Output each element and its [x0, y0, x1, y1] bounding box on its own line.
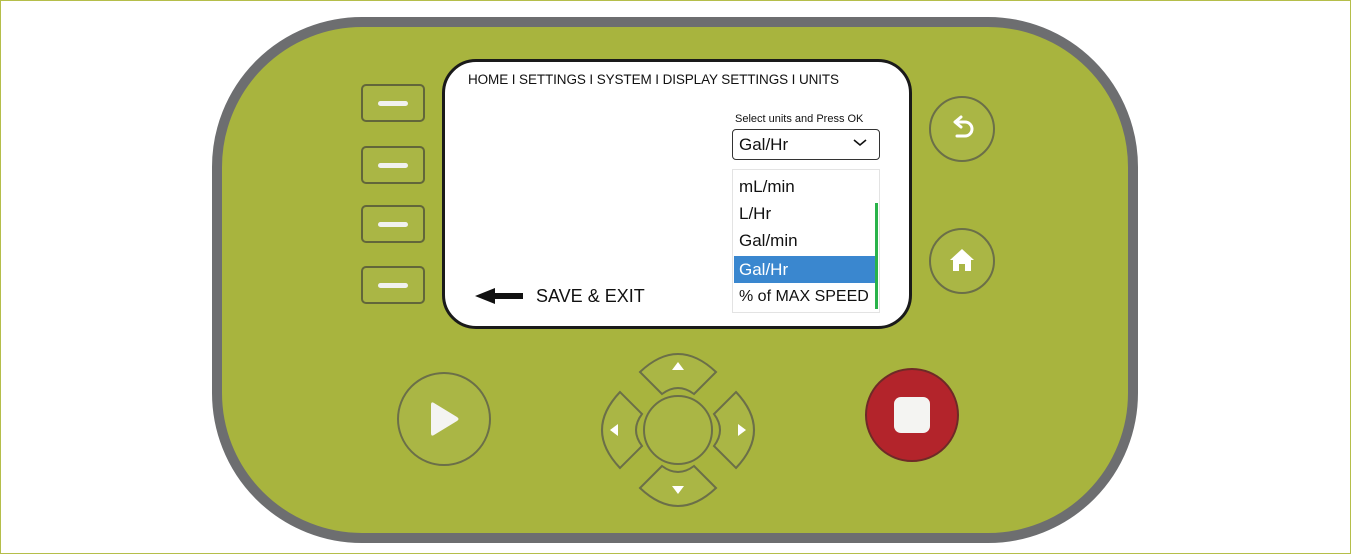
unit-option-gal-min[interactable]: Gal/min [734, 227, 876, 254]
soft-key-bar [378, 163, 408, 168]
units-select[interactable]: Gal/Hr [732, 129, 880, 160]
right-button[interactable] [712, 390, 755, 470]
chevron-down-icon [853, 139, 867, 147]
soft-key-bar [378, 222, 408, 227]
play-icon [431, 402, 459, 436]
ok-button[interactable] [643, 395, 713, 465]
up-button[interactable] [638, 353, 718, 396]
arrow-left-icon [475, 288, 523, 304]
back-button[interactable] [929, 96, 995, 162]
unit-option-ml-min[interactable]: mL/min [734, 173, 876, 200]
soft-key-4-save-exit[interactable] [361, 266, 425, 304]
list-scrollbar[interactable] [875, 203, 878, 309]
stop-icon [894, 397, 930, 433]
unit-option-max-speed[interactable]: % of MAX SPEED [734, 283, 876, 310]
units-list[interactable]: mL/min L/Hr Gal/min Gal/Hr % of MAX SPEE… [732, 169, 880, 313]
units-select-value: Gal/Hr [739, 135, 789, 154]
home-button[interactable] [929, 228, 995, 294]
select-prompt: Select units and Press OK [735, 113, 864, 125]
home-icon [950, 249, 974, 271]
left-button[interactable] [601, 390, 644, 470]
soft-key-bar [378, 101, 408, 106]
stop-button[interactable] [865, 368, 959, 462]
save-exit-label: SAVE & EXIT [536, 286, 645, 306]
soft-key-1[interactable] [361, 84, 425, 122]
direction-pad [601, 353, 755, 507]
play-button[interactable] [397, 372, 491, 466]
soft-key-2[interactable] [361, 146, 425, 184]
unit-option-l-hr[interactable]: L/Hr [734, 200, 876, 227]
lcd-screen: HOME I SETTINGS I SYSTEM I DISPLAY SETTI… [442, 59, 912, 329]
breadcrumb: HOME I SETTINGS I SYSTEM I DISPLAY SETTI… [468, 72, 839, 87]
soft-key-bar [378, 283, 408, 288]
soft-key-3[interactable] [361, 205, 425, 243]
unit-option-gal-hr[interactable]: Gal/Hr [734, 256, 876, 283]
back-arrow-icon [953, 115, 974, 138]
